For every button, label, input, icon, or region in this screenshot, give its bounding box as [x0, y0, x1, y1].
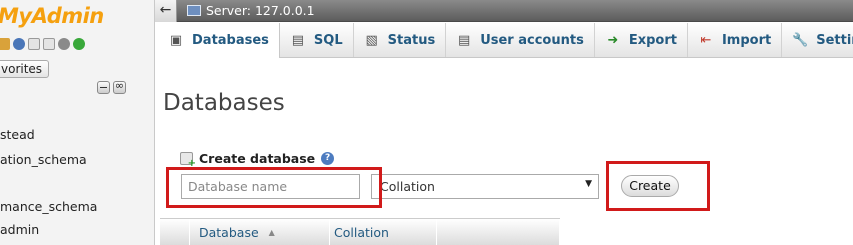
sidebar-db-item[interactable]: mance_schema [0, 199, 97, 214]
column-header-collation[interactable]: Collation [330, 219, 437, 245]
sidebar-db-item[interactable]: admin [0, 222, 39, 237]
database-icon: ▣ [169, 33, 183, 48]
tab-databases[interactable]: ▣ Databases [158, 23, 280, 58]
sidebar-db-item[interactable]: stead [0, 127, 35, 142]
gear-icon[interactable] [58, 38, 70, 50]
navigation-sidebar: MyAdmin vorites stead ation_schema mance… [0, 0, 155, 245]
tab-label: Databases [192, 33, 269, 48]
tree-controls [97, 79, 126, 94]
status-icon: ▧ [365, 32, 378, 48]
tab-label: Export [628, 32, 677, 48]
collapse-all-icon[interactable] [97, 81, 110, 94]
tab-label: Import [721, 32, 772, 48]
sidebar-icon-row [0, 38, 85, 54]
tab-label: User accounts [480, 32, 584, 48]
tab-export[interactable]: ➜ Export [595, 23, 688, 57]
create-database-heading: Create database ? [180, 151, 335, 169]
tab-settings[interactable]: 🔧 Settings [782, 23, 853, 57]
sort-ascending-icon: ▲ [268, 228, 275, 237]
collation-select-value: Collation [380, 179, 435, 194]
page-title: Databases [163, 90, 285, 116]
collation-select[interactable]: Collation ▼ [371, 174, 599, 199]
tab-user-accounts[interactable]: ▤ User accounts [446, 23, 595, 57]
user-accounts-icon: ▤ [458, 32, 471, 48]
favorites-tab[interactable]: vorites [0, 60, 50, 78]
tab-label: Settings [816, 32, 853, 48]
server-breadcrumb-bar: ← Server: 127.0.0.1 [155, 0, 853, 22]
dropdown-arrow-icon: ▼ [585, 179, 592, 189]
highlight-box-name-input [166, 167, 382, 208]
help-icon[interactable]: ? [321, 152, 335, 165]
server-icon [187, 5, 201, 16]
reload-icon[interactable] [73, 38, 85, 50]
tab-label: SQL [313, 32, 343, 48]
tab-label: Status [387, 32, 436, 48]
phpmyadmin-logo[interactable]: MyAdmin [0, 4, 104, 28]
highlight-box-create-button [606, 161, 710, 211]
settings-icon: 🔧 [792, 32, 809, 48]
link-with-main-icon[interactable] [113, 79, 126, 94]
home-icon[interactable] [0, 38, 10, 50]
query-window-icon[interactable] [43, 38, 55, 50]
extra-column-header [437, 219, 560, 245]
sql-icon: ▤ [291, 32, 305, 48]
column-header-database[interactable]: Database ▲ [190, 219, 330, 245]
collapse-sidebar-arrow-icon[interactable]: ← [155, 0, 177, 22]
tab-sql[interactable]: ▤ SQL [280, 23, 354, 57]
import-icon: ⇤ [700, 32, 712, 48]
create-database-icon [180, 152, 196, 169]
database-table-header: Database ▲ Collation [160, 218, 560, 245]
docs-icon[interactable] [28, 38, 40, 50]
select-column-header [160, 219, 190, 245]
export-icon: ➜ [607, 32, 619, 48]
server-breadcrumb[interactable]: Server: 127.0.0.1 [206, 3, 315, 18]
create-database-label: Create database [199, 151, 316, 166]
main-tab-bar: ▣ Databases ▤ SQL ▧ Status ▤ User accoun… [158, 23, 853, 58]
tab-import[interactable]: ⇤ Import [688, 23, 783, 57]
column-header-label: Database [199, 225, 259, 240]
column-header-label: Collation [334, 225, 389, 240]
info-icon[interactable] [13, 38, 25, 50]
tab-status[interactable]: ▧ Status [354, 23, 447, 57]
sidebar-db-item[interactable]: ation_schema [0, 152, 87, 167]
